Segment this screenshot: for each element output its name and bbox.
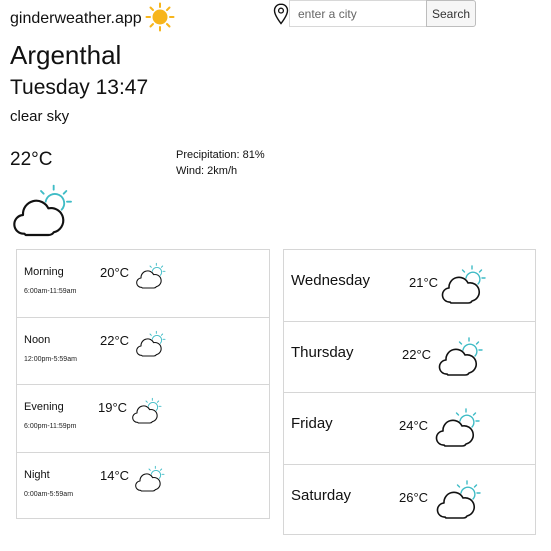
time-of-day-temperature: 20°C [100, 265, 130, 280]
forecast-day-temperature: 24°C [399, 418, 429, 433]
forecast-day-row: Wednesday 21°C [284, 250, 535, 322]
forecast-day-row: Saturday 26°C [284, 465, 535, 537]
brand: ginderweather.app [10, 2, 175, 32]
time-of-day-row: Morning 6:00am-11:59am 20°C [17, 250, 269, 318]
time-of-day-name: Evening [24, 401, 64, 413]
time-of-day-range: 0:00am-5:59am [24, 490, 74, 498]
sun-icon [145, 2, 175, 32]
time-of-day-range: 6:00am-11:59am [24, 288, 77, 295]
time-of-day-temperature: 19°C [98, 400, 128, 415]
partly-cloudy-icon [435, 408, 480, 447]
partly-cloudy-icon [136, 262, 166, 289]
time-of-day-range: 6:00pm-11:59pm [24, 423, 77, 430]
time-of-day-range: 12:00pm-5:59am [24, 355, 77, 363]
current-datetime: Tuesday 13:47 [10, 76, 149, 99]
daily-forecast-panel: Wednesday 21°C Thursday 22°C Friday 24°C… [283, 249, 536, 535]
current-temperature: 22°C [10, 149, 53, 170]
partly-cloudy-icon [441, 265, 486, 304]
time-of-day-name: Night [24, 468, 50, 481]
partly-cloudy-icon [132, 397, 162, 424]
precipitation: Precipitation: 81% [176, 149, 265, 161]
time-of-day-name: Noon [24, 333, 51, 346]
city-search-input[interactable] [289, 0, 427, 27]
partly-cloudy-icon [13, 184, 72, 237]
partly-cloudy-icon [438, 336, 483, 376]
forecast-day-temperature: 26°C [399, 489, 429, 505]
forecast-day-name: Friday [291, 415, 333, 432]
forecast-day-temperature: 21°C [409, 275, 439, 290]
forecast-day-temperature: 22°C [402, 346, 432, 362]
forecast-day-name: Thursday [291, 343, 354, 361]
forecast-day-row: Friday 24°C [284, 393, 535, 465]
time-of-day-temperature: 14°C [100, 467, 130, 483]
location-pin-icon[interactable] [273, 3, 289, 25]
forecast-day-row: Thursday 22°C [284, 322, 535, 393]
search-button[interactable]: Search [426, 0, 476, 27]
time-of-day-row: Noon 12:00pm-5:59am 22°C [17, 318, 269, 385]
forecast-day-name: Saturday [291, 486, 352, 504]
time-of-day-name: Morning [24, 266, 64, 278]
partly-cloudy-icon [436, 479, 481, 519]
times-of-day-panel: Morning 6:00am-11:59am 20°C Noon 12:00pm… [16, 249, 270, 519]
partly-cloudy-icon [135, 465, 165, 492]
time-of-day-temperature: 22°C [100, 332, 130, 348]
forecast-day-name: Wednesday [291, 272, 370, 289]
weather-description: clear sky [10, 108, 70, 125]
brand-name: ginderweather.app [10, 10, 142, 27]
time-of-day-row: Night 0:00am-5:59am 14°C [17, 453, 269, 521]
wind: Wind: 2km/h [176, 165, 238, 177]
city-name: Argenthal [10, 40, 122, 70]
partly-cloudy-icon [136, 330, 166, 357]
time-of-day-row: Evening 6:00pm-11:59pm 19°C [17, 385, 269, 453]
